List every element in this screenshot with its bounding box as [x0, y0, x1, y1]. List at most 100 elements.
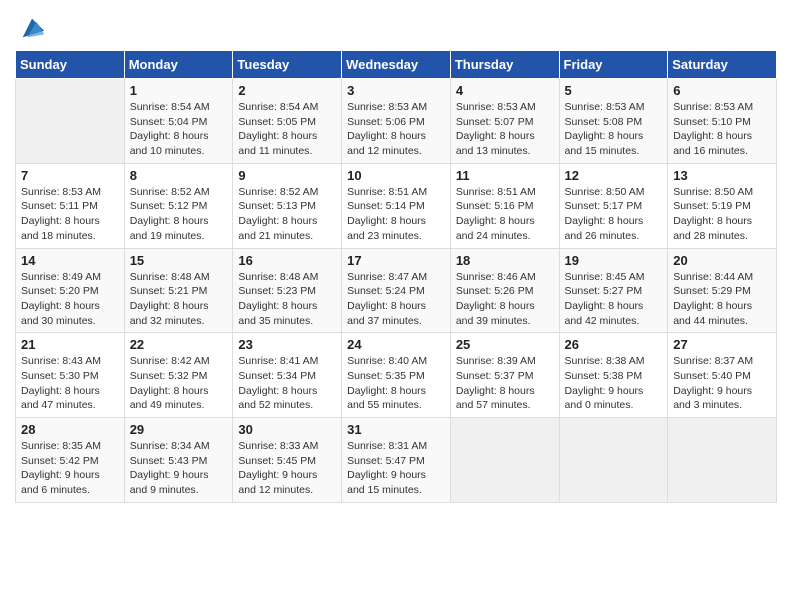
- calendar-cell: 24Sunrise: 8:40 AMSunset: 5:35 PMDayligh…: [342, 333, 451, 418]
- day-number: 15: [130, 253, 228, 268]
- day-number: 2: [238, 83, 336, 98]
- day-info: Sunrise: 8:41 AMSunset: 5:34 PMDaylight:…: [238, 354, 336, 413]
- day-info: Sunrise: 8:53 AMSunset: 5:08 PMDaylight:…: [565, 100, 663, 159]
- day-info: Sunrise: 8:47 AMSunset: 5:24 PMDaylight:…: [347, 270, 445, 329]
- day-number: 4: [456, 83, 554, 98]
- day-number: 19: [565, 253, 663, 268]
- day-info: Sunrise: 8:35 AMSunset: 5:42 PMDaylight:…: [21, 439, 119, 498]
- calendar-cell: 6 Sunrise: 8:53 AMSunset: 5:10 PMDaylight…: [668, 79, 777, 164]
- day-info: Sunrise: 8:50 AMSunset: 5:17 PMDaylight:…: [565, 185, 663, 244]
- calendar-cell: 4 Sunrise: 8:53 AMSunset: 5:07 PMDaylight…: [450, 79, 559, 164]
- calendar-cell: 26 Sunrise: 8:38 AMSunset: 5:38 PMDayligh…: [559, 333, 668, 418]
- day-number: 14: [21, 253, 119, 268]
- day-number: 22: [130, 337, 228, 352]
- day-info: Sunrise: 8:53 AMSunset: 5:10 PMDaylight:…: [673, 100, 771, 159]
- day-number: 7: [21, 168, 119, 183]
- header-sunday: Sunday: [16, 51, 125, 79]
- day-info: Sunrise: 8:45 AMSunset: 5:27 PMDaylight:…: [565, 270, 663, 329]
- day-number: 24: [347, 337, 445, 352]
- day-info: Sunrise: 8:51 AMSunset: 5:14 PMDaylight:…: [347, 185, 445, 244]
- calendar-cell: 28 Sunrise: 8:35 AMSunset: 5:42 PMDayligh…: [16, 418, 125, 503]
- calendar-cell: [450, 418, 559, 503]
- day-info: Sunrise: 8:34 AMSunset: 5:43 PMDaylight:…: [130, 439, 228, 498]
- day-info: Sunrise: 8:48 AMSunset: 5:23 PMDaylight:…: [238, 270, 336, 329]
- calendar-cell: 25 Sunrise: 8:39 AMSunset: 5:37 PMDayligh…: [450, 333, 559, 418]
- calendar-cell: 21Sunrise: 8:43 AMSunset: 5:30 PMDayligh…: [16, 333, 125, 418]
- day-info: Sunrise: 8:33 AMSunset: 5:45 PMDaylight:…: [238, 439, 336, 498]
- calendar-cell: 27Sunrise: 8:37 AMSunset: 5:40 PMDayligh…: [668, 333, 777, 418]
- calendar-cell: 9 Sunrise: 8:52 AMSunset: 5:13 PMDaylight…: [233, 163, 342, 248]
- calendar-week-3: 21Sunrise: 8:43 AMSunset: 5:30 PMDayligh…: [16, 333, 777, 418]
- calendar-cell: [16, 79, 125, 164]
- calendar-week-2: 14 Sunrise: 8:49 AMSunset: 5:20 PMDayligh…: [16, 248, 777, 333]
- calendar-cell: 30 Sunrise: 8:33 AMSunset: 5:45 PMDayligh…: [233, 418, 342, 503]
- day-info: Sunrise: 8:51 AMSunset: 5:16 PMDaylight:…: [456, 185, 554, 244]
- header-wednesday: Wednesday: [342, 51, 451, 79]
- header-thursday: Thursday: [450, 51, 559, 79]
- calendar-week-4: 28 Sunrise: 8:35 AMSunset: 5:42 PMDayligh…: [16, 418, 777, 503]
- day-info: Sunrise: 8:44 AMSunset: 5:29 PMDaylight:…: [673, 270, 771, 329]
- calendar-cell: 17 Sunrise: 8:47 AMSunset: 5:24 PMDayligh…: [342, 248, 451, 333]
- day-info: Sunrise: 8:50 AMSunset: 5:19 PMDaylight:…: [673, 185, 771, 244]
- day-number: 28: [21, 422, 119, 437]
- day-number: 12: [565, 168, 663, 183]
- calendar-cell: 20 Sunrise: 8:44 AMSunset: 5:29 PMDayligh…: [668, 248, 777, 333]
- calendar-week-1: 7Sunrise: 8:53 AMSunset: 5:11 PMDaylight…: [16, 163, 777, 248]
- calendar-cell: 7Sunrise: 8:53 AMSunset: 5:11 PMDaylight…: [16, 163, 125, 248]
- calendar-header-row: SundayMondayTuesdayWednesdayThursdayFrid…: [16, 51, 777, 79]
- day-number: 10: [347, 168, 445, 183]
- calendar-cell: 1 Sunrise: 8:54 AMSunset: 5:04 PMDaylight…: [124, 79, 233, 164]
- calendar-cell: 29 Sunrise: 8:34 AMSunset: 5:43 PMDayligh…: [124, 418, 233, 503]
- logo: [15, 14, 46, 42]
- header-tuesday: Tuesday: [233, 51, 342, 79]
- day-number: 8: [130, 168, 228, 183]
- calendar-cell: 14 Sunrise: 8:49 AMSunset: 5:20 PMDayligh…: [16, 248, 125, 333]
- day-number: 9: [238, 168, 336, 183]
- calendar-cell: [668, 418, 777, 503]
- header-saturday: Saturday: [668, 51, 777, 79]
- page-header: [15, 10, 777, 42]
- day-info: Sunrise: 8:54 AMSunset: 5:05 PMDaylight:…: [238, 100, 336, 159]
- calendar-cell: 15Sunrise: 8:48 AMSunset: 5:21 PMDayligh…: [124, 248, 233, 333]
- day-info: Sunrise: 8:49 AMSunset: 5:20 PMDaylight:…: [21, 270, 119, 329]
- day-info: Sunrise: 8:37 AMSunset: 5:40 PMDaylight:…: [673, 354, 771, 413]
- day-number: 23: [238, 337, 336, 352]
- day-info: Sunrise: 8:54 AMSunset: 5:04 PMDaylight:…: [130, 100, 228, 159]
- calendar-week-0: 1 Sunrise: 8:54 AMSunset: 5:04 PMDaylight…: [16, 79, 777, 164]
- day-info: Sunrise: 8:52 AMSunset: 5:12 PMDaylight:…: [130, 185, 228, 244]
- header-monday: Monday: [124, 51, 233, 79]
- day-number: 21: [21, 337, 119, 352]
- day-number: 29: [130, 422, 228, 437]
- day-number: 26: [565, 337, 663, 352]
- day-info: Sunrise: 8:46 AMSunset: 5:26 PMDaylight:…: [456, 270, 554, 329]
- calendar-cell: 31 Sunrise: 8:31 AMSunset: 5:47 PMDayligh…: [342, 418, 451, 503]
- day-info: Sunrise: 8:52 AMSunset: 5:13 PMDaylight:…: [238, 185, 336, 244]
- calendar-cell: 13 Sunrise: 8:50 AMSunset: 5:19 PMDayligh…: [668, 163, 777, 248]
- day-number: 11: [456, 168, 554, 183]
- calendar-cell: 10 Sunrise: 8:51 AMSunset: 5:14 PMDayligh…: [342, 163, 451, 248]
- calendar-cell: 12 Sunrise: 8:50 AMSunset: 5:17 PMDayligh…: [559, 163, 668, 248]
- calendar-cell: 5 Sunrise: 8:53 AMSunset: 5:08 PMDaylight…: [559, 79, 668, 164]
- day-number: 25: [456, 337, 554, 352]
- calendar-cell: 11 Sunrise: 8:51 AMSunset: 5:16 PMDayligh…: [450, 163, 559, 248]
- day-number: 16: [238, 253, 336, 268]
- logo-icon: [18, 14, 46, 42]
- day-number: 5: [565, 83, 663, 98]
- day-info: Sunrise: 8:38 AMSunset: 5:38 PMDaylight:…: [565, 354, 663, 413]
- calendar-cell: 2 Sunrise: 8:54 AMSunset: 5:05 PMDaylight…: [233, 79, 342, 164]
- day-info: Sunrise: 8:53 AMSunset: 5:07 PMDaylight:…: [456, 100, 554, 159]
- calendar-table: SundayMondayTuesdayWednesdayThursdayFrid…: [15, 50, 777, 503]
- calendar-cell: 3Sunrise: 8:53 AMSunset: 5:06 PMDaylight…: [342, 79, 451, 164]
- day-number: 18: [456, 253, 554, 268]
- day-number: 6: [673, 83, 771, 98]
- day-number: 20: [673, 253, 771, 268]
- day-number: 13: [673, 168, 771, 183]
- day-number: 30: [238, 422, 336, 437]
- calendar-cell: 16 Sunrise: 8:48 AMSunset: 5:23 PMDayligh…: [233, 248, 342, 333]
- day-number: 31: [347, 422, 445, 437]
- day-info: Sunrise: 8:39 AMSunset: 5:37 PMDaylight:…: [456, 354, 554, 413]
- day-info: Sunrise: 8:31 AMSunset: 5:47 PMDaylight:…: [347, 439, 445, 498]
- calendar-cell: 18 Sunrise: 8:46 AMSunset: 5:26 PMDayligh…: [450, 248, 559, 333]
- day-number: 1: [130, 83, 228, 98]
- day-number: 17: [347, 253, 445, 268]
